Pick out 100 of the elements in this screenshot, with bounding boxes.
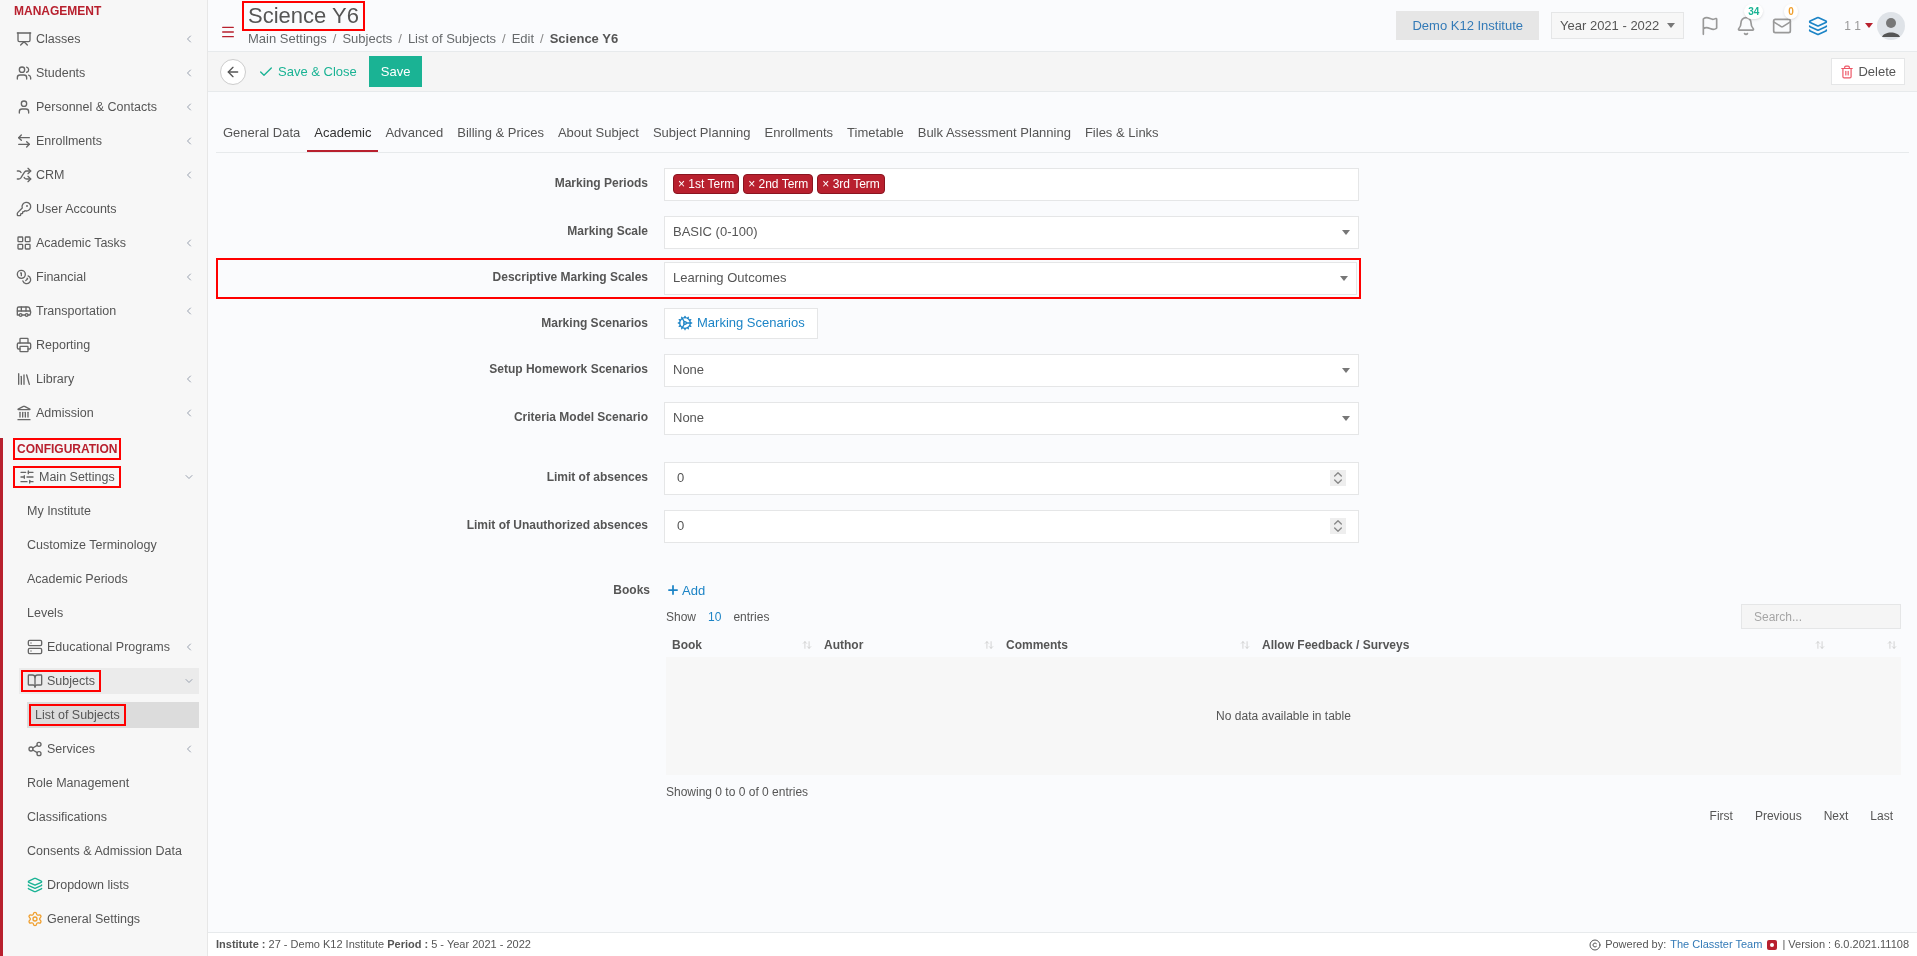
- breadcrumb-separator: /: [540, 29, 544, 48]
- pagination-link[interactable]: First: [1709, 807, 1733, 825]
- gear-icon: [677, 315, 693, 331]
- field-label: Descriptive Marking Scales: [491, 268, 648, 286]
- flag-icon[interactable]: [1700, 15, 1721, 36]
- field-label: Books: [612, 581, 650, 599]
- sidebar-item[interactable]: General Settings: [19, 906, 199, 932]
- delete-button[interactable]: Delete: [1831, 58, 1905, 85]
- sidebar-item[interactable]: Main Settings: [11, 464, 199, 490]
- entries-label: entries: [733, 608, 770, 626]
- tab[interactable]: General Data: [216, 116, 308, 152]
- pagination-link[interactable]: Previous: [1754, 807, 1802, 825]
- breadcrumb-link[interactable]: Subjects: [342, 28, 393, 49]
- column-header[interactable]: Author: [824, 636, 864, 654]
- powered-by-label: Powered by:: [1605, 937, 1667, 953]
- tab[interactable]: Subject Planning: [645, 116, 758, 152]
- sidebar-item[interactable]: Admission: [8, 400, 199, 426]
- tab[interactable]: Enrollments: [757, 116, 841, 152]
- back-button[interactable]: [220, 58, 246, 85]
- tab[interactable]: Academic: [307, 116, 379, 152]
- avatar-icon[interactable]: [1877, 11, 1905, 40]
- sidebar-item[interactable]: Students: [8, 60, 199, 86]
- page-length-select[interactable]: 10: [704, 607, 726, 626]
- field-label: Marking Scenarios: [540, 314, 648, 332]
- tags-field[interactable]: × 1st Term × 2nd Term × 3rd Term: [664, 167, 1359, 201]
- sidebar-item[interactable]: My Institute: [19, 498, 199, 524]
- sidebar-item[interactable]: List of Subjects: [27, 702, 199, 728]
- sidebar-item[interactable]: Enrollments: [8, 128, 199, 154]
- dropdown-caret-icon: [1342, 415, 1350, 421]
- sidebar-item[interactable]: Reporting: [8, 332, 199, 358]
- select-field[interactable]: Learning Outcomes: [664, 261, 1357, 295]
- field-label: Limit of Unauthorized absences: [465, 516, 648, 534]
- column-header[interactable]: Allow Feedback / Surveys: [1262, 636, 1410, 654]
- spinner-icon: [1330, 518, 1346, 534]
- marking-scenarios-button[interactable]: Marking Scenarios: [664, 307, 818, 339]
- notification-count: 34: [1744, 3, 1764, 19]
- sidebar-item[interactable]: Transportation: [8, 298, 199, 324]
- plus-icon: [666, 583, 680, 598]
- sidebar-item[interactable]: Personnel & Contacts: [8, 94, 199, 120]
- term-tag[interactable]: × 3rd Term: [817, 174, 885, 194]
- section-heading: MANAGEMENT: [13, 3, 103, 20]
- breadcrumb-separator: /: [502, 29, 506, 48]
- tab[interactable]: About Subject: [550, 116, 646, 152]
- select-field[interactable]: None: [664, 401, 1359, 435]
- sidebar-item[interactable]: Role Management: [19, 770, 199, 796]
- number-field[interactable]: 0: [664, 461, 1359, 495]
- sidebar-item[interactable]: Consents & Admission Data: [19, 838, 199, 864]
- table-info: Showing 0 to 0 of 0 entries: [666, 784, 810, 801]
- number-field[interactable]: 0: [664, 509, 1359, 543]
- select-field[interactable]: BASIC (0-100): [664, 215, 1359, 249]
- sidebar-item[interactable]: User Accounts: [8, 196, 199, 222]
- sidebar-item[interactable]: Academic Tasks: [8, 230, 199, 256]
- pagination-link[interactable]: Next: [1823, 807, 1849, 825]
- search-field[interactable]: Search...: [1741, 604, 1901, 629]
- breadcrumb-link[interactable]: Edit: [511, 28, 535, 49]
- sidebar-item[interactable]: Classes: [8, 26, 199, 52]
- sidebar-item[interactable]: Customize Terminology: [19, 532, 199, 558]
- spinner-icon: [1330, 470, 1346, 486]
- sidebar-item[interactable]: Financial: [8, 264, 199, 290]
- page-title: Science Y6: [244, 2, 363, 29]
- tab[interactable]: Bulk Assessment Planning: [910, 116, 1078, 152]
- version-label: | Version : 6.0.2021.11108: [1782, 937, 1909, 953]
- breadcrumb-separator: /: [332, 29, 337, 48]
- breadcrumb-link[interactable]: Main Settings: [248, 28, 327, 49]
- add-link[interactable]: Add: [666, 580, 706, 600]
- breadcrumb-link[interactable]: List of Subjects: [407, 28, 497, 49]
- team-link[interactable]: The Classter Team: [1670, 936, 1763, 953]
- field-label: Criteria Model Scenario: [512, 408, 648, 426]
- field-label: Marking Scale: [566, 222, 648, 240]
- column-header[interactable]: Comments: [1006, 636, 1068, 654]
- term-tag[interactable]: × 1st Term: [673, 174, 740, 194]
- sidebar-item[interactable]: CRM: [8, 162, 199, 188]
- field-label: Setup Homework Scenarios: [488, 360, 648, 378]
- sidebar-item[interactable]: Educational Programs: [19, 634, 199, 660]
- dropdown-caret-icon: [1342, 229, 1350, 235]
- institute-badge[interactable]: Demo K12 Institute: [1396, 11, 1540, 40]
- pagination-link[interactable]: Last: [1870, 807, 1893, 825]
- term-tag[interactable]: × 2nd Term: [743, 174, 814, 194]
- message-count: 0: [1784, 3, 1798, 19]
- bell-icon[interactable]: [1736, 15, 1757, 36]
- tab[interactable]: Billing & Prices: [450, 116, 551, 152]
- field-label: Marking Periods: [553, 174, 648, 192]
- year-dropdown[interactable]: Year 2021 - 2022: [1551, 12, 1685, 39]
- sidebar-item[interactable]: Classifications: [19, 804, 199, 830]
- sidebar-item[interactable]: Library: [8, 366, 199, 392]
- dropdown-caret-icon: [1342, 367, 1350, 373]
- sidebar-item[interactable]: Academic Periods: [19, 566, 199, 592]
- layers-icon[interactable]: [1808, 15, 1829, 36]
- tab[interactable]: Advanced: [378, 116, 451, 152]
- sidebar-item[interactable]: Levels: [19, 600, 199, 626]
- tab[interactable]: Files & Links: [1077, 116, 1166, 152]
- tab[interactable]: Timetable: [840, 116, 911, 152]
- sidebar-item[interactable]: Subjects: [19, 668, 199, 694]
- sidebar-item[interactable]: Dropdown lists: [19, 872, 199, 898]
- copyright-icon: [1589, 938, 1602, 951]
- section-heading: CONFIGURATION: [15, 440, 120, 458]
- breadcrumb-separator: /: [398, 29, 402, 48]
- select-field[interactable]: None: [664, 353, 1359, 387]
- sidebar-item[interactable]: Services: [19, 736, 199, 762]
- column-header[interactable]: Book: [672, 636, 702, 654]
